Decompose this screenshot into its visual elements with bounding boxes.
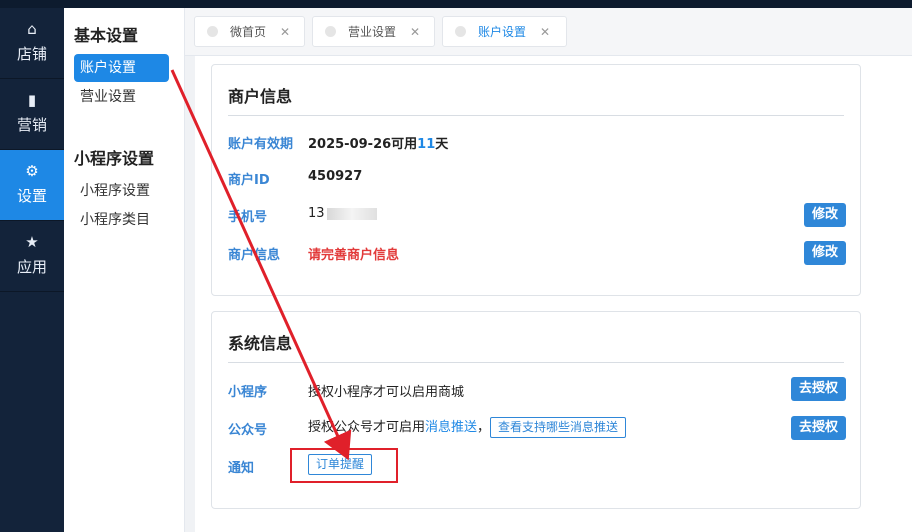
close-icon[interactable]: ✕: [280, 25, 290, 39]
validity-days: 11: [417, 137, 436, 152]
nav-item-store[interactable]: ⌂ 店铺: [0, 8, 64, 79]
authorize-official-account-button[interactable]: 去授权: [790, 416, 846, 440]
tab-home[interactable]: 微首页 ✕: [194, 16, 305, 47]
subnav-item-mp-settings[interactable]: 小程序设置: [74, 177, 169, 205]
settings-subnav: 基本设置 账户设置 营业设置 小程序设置 小程序设置 小程序类目: [64, 8, 185, 532]
view-supported-messages-button[interactable]: 查看支持哪些消息推送: [490, 417, 627, 438]
merchant-id-label: 商户ID: [228, 173, 270, 188]
merchant-info-label: 商户信息: [228, 248, 281, 263]
annotation-highlight-box: [290, 448, 398, 483]
divider: [228, 362, 844, 363]
subnav-item-business[interactable]: 营业设置: [74, 83, 169, 111]
merchant-info-value: 请完善商户信息: [308, 248, 400, 263]
tab-dot-icon: [455, 26, 466, 37]
oa-text: 授权公众号才可启用: [308, 420, 426, 435]
oa-comma: ，: [477, 420, 491, 435]
group-title-basic: 基本设置: [74, 26, 139, 45]
group-title-miniprogram: 小程序设置: [74, 149, 155, 168]
divider: [228, 115, 844, 116]
miniprogram-text: 授权小程序才可以启用商城: [308, 385, 465, 400]
tab-business[interactable]: 营业设置 ✕: [312, 16, 435, 47]
message-push-link[interactable]: 消息推送: [425, 420, 477, 435]
nav-label: 店铺: [16, 45, 47, 63]
nav-item-marketing[interactable]: ▮ 营销: [0, 79, 64, 150]
nav-label: 应用: [16, 258, 47, 276]
nav-label: 设置: [16, 187, 47, 205]
top-bar: [0, 0, 912, 8]
nav-item-apps[interactable]: ★ 应用: [0, 221, 64, 292]
official-account-label: 公众号: [228, 423, 268, 438]
tabs-bar: 微首页 ✕ 营业设置 ✕ 账户设置 ✕: [185, 8, 912, 56]
card-title: 商户信息: [228, 87, 293, 106]
edit-info-button[interactable]: 修改: [803, 241, 846, 265]
main-sidebar: ⌂ 店铺 ▮ 营销 ⚙ 设置 ★ 应用: [0, 8, 64, 532]
merchant-info-card: 商户信息 账户有效期 2025-09-26可用11天 商户ID 450927 手…: [211, 64, 861, 296]
close-icon[interactable]: ✕: [540, 25, 550, 39]
close-icon[interactable]: ✕: [410, 25, 420, 39]
tab-label: 账户设置: [478, 25, 527, 39]
tab-label: 微首页: [230, 25, 267, 39]
nav-item-settings[interactable]: ⚙ 设置: [0, 150, 64, 221]
phone-label: 手机号: [228, 210, 268, 225]
phone-value: 13: [308, 206, 377, 221]
star-icon: ★: [25, 233, 39, 251]
edit-phone-button[interactable]: 修改: [803, 203, 846, 227]
authorize-miniprogram-button[interactable]: 去授权: [790, 377, 846, 401]
notification-label: 通知: [228, 461, 255, 476]
miniprogram-label: 小程序: [228, 385, 268, 400]
tab-dot-icon: [325, 26, 336, 37]
gear-icon: ⚙: [25, 162, 39, 180]
validity-date: 2025-09-26可用: [308, 137, 418, 152]
redaction-blur: [326, 207, 377, 220]
official-account-text: 授权公众号才可启用消息推送， 查看支持哪些消息推送: [308, 416, 627, 438]
subnav-item-account[interactable]: 账户设置: [74, 54, 169, 82]
tab-label: 营业设置: [348, 25, 397, 39]
tab-dot-icon: [207, 26, 218, 37]
validity-label: 账户有效期: [228, 137, 294, 152]
tab-account[interactable]: 账户设置 ✕: [442, 16, 567, 47]
merchant-id-value: 450927: [308, 169, 363, 184]
nav-label: 营销: [16, 116, 47, 134]
store-icon: ⌂: [27, 20, 37, 38]
subnav-item-mp-category[interactable]: 小程序类目: [74, 206, 169, 234]
card-title: 系统信息: [228, 334, 293, 353]
validity-suffix: 天: [435, 137, 449, 152]
phone-prefix: 13: [308, 206, 325, 221]
validity-value: 2025-09-26可用11天: [308, 133, 448, 152]
chart-icon: ▮: [27, 91, 37, 109]
